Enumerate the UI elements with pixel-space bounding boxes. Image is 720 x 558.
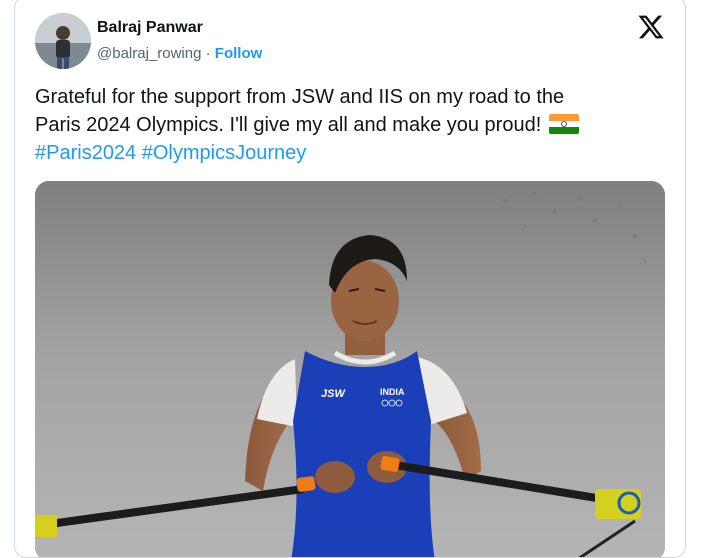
tweet-text-line-2: Paris 2024 Olympics. I'll give my all an… <box>35 111 675 139</box>
author-handle[interactable]: @balraj_rowing <box>97 45 201 62</box>
separator-dot: · <box>201 45 215 62</box>
avatar[interactable] <box>35 13 91 69</box>
tweet-photo[interactable]: JSW INDIA <box>35 181 665 557</box>
author-name[interactable]: Balraj Panwar <box>97 19 203 37</box>
avatar-image <box>35 13 91 69</box>
x-logo-icon[interactable] <box>637 13 665 41</box>
india-flag-icon <box>549 114 580 134</box>
hashtag-olympicsjourney[interactable]: #OlympicsJourney <box>142 142 307 164</box>
tweet-text-line-1: Grateful for the support from JSW and II… <box>35 86 565 108</box>
tweet-card: Balraj Panwar @balraj_rowing · Follow Gr… <box>14 0 686 558</box>
tweet-text: Grateful for the support from JSW and II… <box>35 83 675 167</box>
author-handle-row: @balraj_rowing · Follow <box>97 45 262 62</box>
tweet-hashtags: #Paris2024 #OlympicsJourney <box>35 139 675 167</box>
tweet-text-line-2-text: Paris 2024 Olympics. I'll give my all an… <box>35 114 542 136</box>
vest-country-label: INDIA <box>380 387 405 397</box>
hashtag-paris2024[interactable]: #Paris2024 <box>35 142 136 164</box>
vest-brand-label: JSW <box>321 388 346 400</box>
follow-link[interactable]: Follow <box>215 45 263 62</box>
rower-photo: JSW INDIA <box>35 181 665 557</box>
